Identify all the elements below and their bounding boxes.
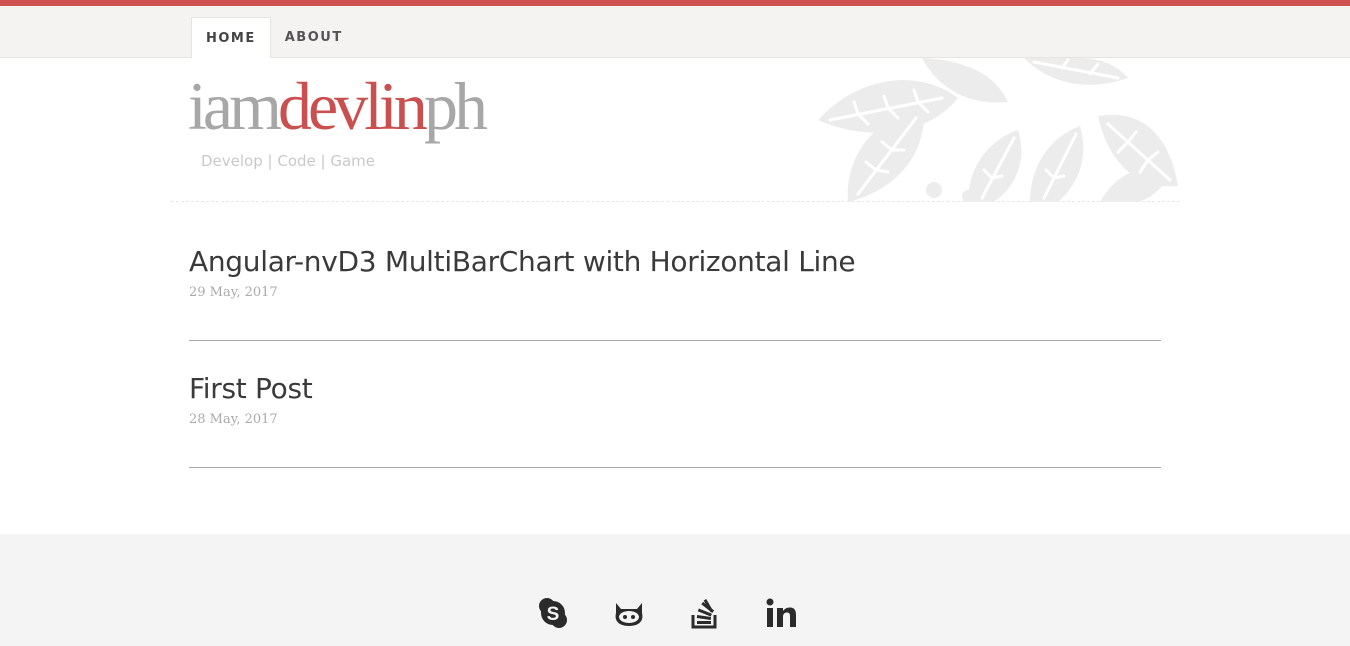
top-navbar: HOME ABOUT xyxy=(0,6,1350,58)
site-title-suffix: ph xyxy=(423,68,488,144)
leaf-decoration-icon xyxy=(818,58,1178,202)
site-footer: S xyxy=(0,534,1350,646)
post-date: 29 May, 2017 xyxy=(189,285,278,300)
site-title-prefix: iam xyxy=(188,68,282,144)
social-links: S xyxy=(533,593,801,633)
linkedin-icon[interactable] xyxy=(761,593,801,633)
post-date: 28 May, 2017 xyxy=(189,412,278,427)
post-title-link[interactable]: First Post xyxy=(189,370,1161,408)
post-title-link[interactable]: Angular-nvD3 MultiBarChart with Horizont… xyxy=(189,243,1161,281)
site-title-highlight: devlin xyxy=(277,68,428,144)
skype-icon[interactable]: S xyxy=(533,593,573,633)
site-title[interactable]: iamdevlinph xyxy=(188,72,488,140)
site-tagline: Develop | Code | Game xyxy=(201,152,375,170)
main-nav: HOME ABOUT xyxy=(191,17,357,58)
github-icon[interactable] xyxy=(609,593,649,633)
post-list-item: First Post 28 May, 2017 xyxy=(189,370,1161,468)
post-list-item: Angular-nvD3 MultiBarChart with Horizont… xyxy=(189,243,1161,341)
site-header: iamdevlinph Develop | Code | Game xyxy=(171,58,1180,202)
stackoverflow-icon[interactable] xyxy=(685,593,725,633)
nav-home-link[interactable]: HOME xyxy=(191,17,271,58)
svg-text:S: S xyxy=(547,604,560,625)
nav-about-link[interactable]: ABOUT xyxy=(271,17,357,58)
